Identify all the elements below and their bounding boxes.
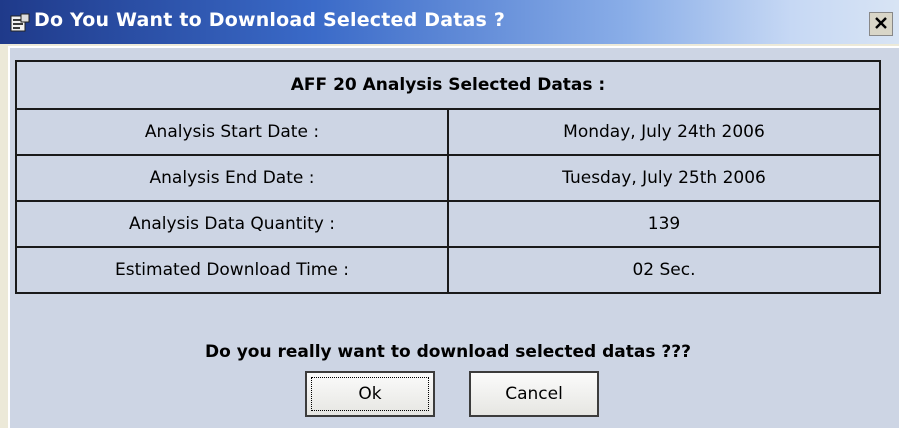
close-button[interactable] — [869, 12, 893, 36]
data-quantity-value: 139 — [447, 200, 881, 248]
download-time-value: 02 Sec. — [447, 246, 881, 294]
focus-outline — [311, 377, 429, 411]
confirm-question: Do you really want to download selected … — [205, 342, 691, 362]
start-date-value: Monday, July 24th 2006 — [447, 108, 881, 156]
end-date-value: Tuesday, July 25th 2006 — [447, 154, 881, 202]
start-date-label: Analysis Start Date : — [15, 108, 449, 156]
end-date-label: Analysis End Date : — [15, 154, 449, 202]
download-time-label: Estimated Download Time : — [15, 246, 449, 294]
table-row: Estimated Download Time : 02 Sec. — [15, 246, 881, 294]
table-header-row: AFF 20 Analysis Selected Datas : — [15, 60, 881, 110]
table-row: Analysis Start Date : Monday, July 24th … — [15, 108, 881, 156]
title-bar[interactable]: Do You Want to Download Selected Datas ? — [0, 0, 899, 44]
cancel-button-label: Cancel — [505, 384, 563, 404]
download-confirm-dialog: Do You Want to Download Selected Datas ?… — [0, 0, 899, 428]
cancel-button[interactable]: Cancel — [469, 371, 599, 417]
window-app-icon — [10, 13, 30, 33]
window-title: Do You Want to Download Selected Datas ? — [34, 9, 506, 31]
close-icon — [874, 16, 888, 33]
table-row: Analysis Data Quantity : 139 — [15, 200, 881, 248]
analysis-summary-table: AFF 20 Analysis Selected Datas : Analysi… — [15, 60, 881, 294]
ok-button[interactable]: Ok — [305, 371, 435, 417]
table-row: Analysis End Date : Tuesday, July 25th 2… — [15, 154, 881, 202]
data-quantity-label: Analysis Data Quantity : — [15, 200, 449, 248]
table-header: AFF 20 Analysis Selected Datas : — [15, 60, 881, 110]
